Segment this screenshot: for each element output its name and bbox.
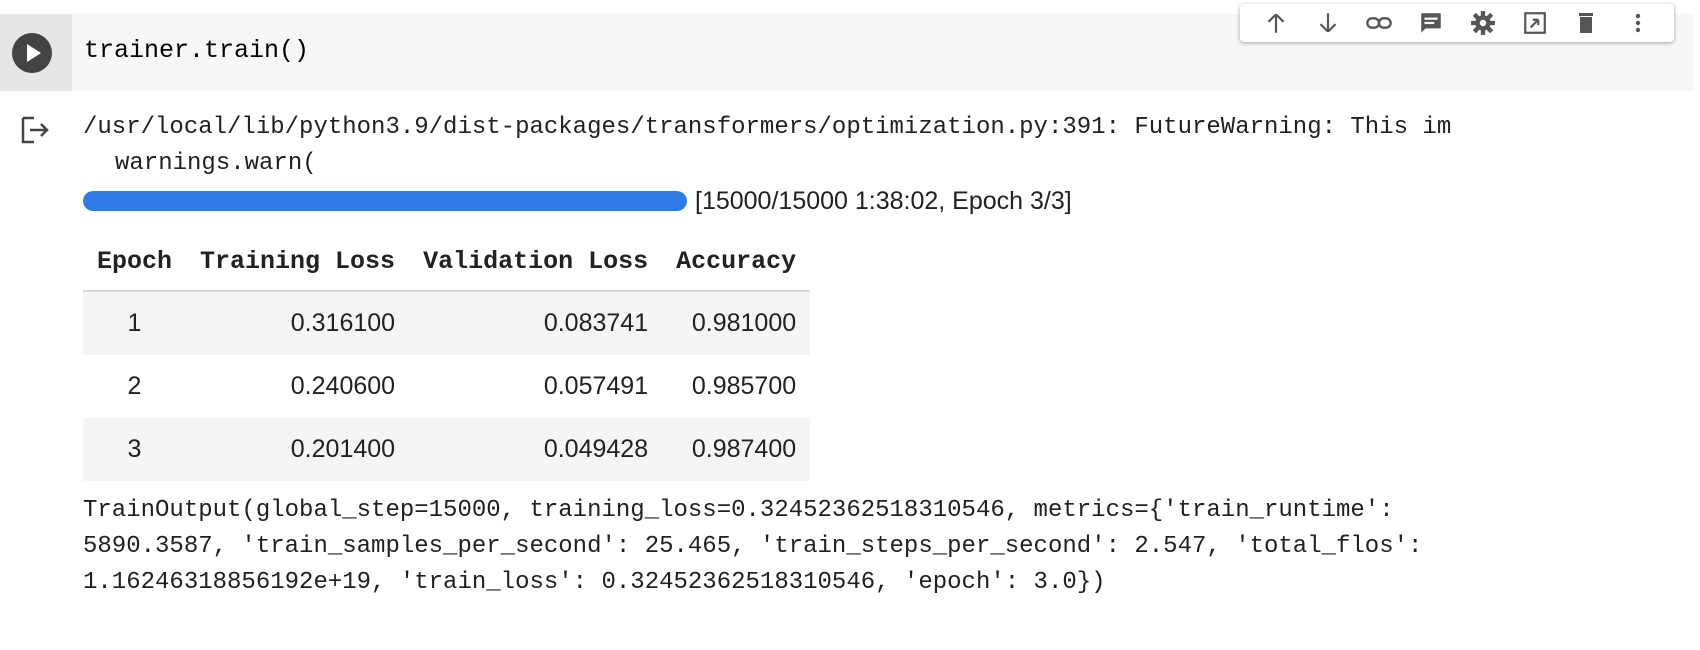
progress-fill (83, 191, 687, 211)
table-cell: 0.057491 (543, 372, 649, 400)
table-cell: 1 (83, 291, 187, 355)
table-cell: 0.985700 (691, 372, 797, 400)
table-cell: 0.240600 (290, 372, 396, 400)
move-cell-down-button[interactable] (1308, 4, 1348, 42)
table-cell: 0.981000 (662, 291, 811, 355)
warning-text: /usr/local/lib/python3.9/dist-packages/t… (83, 114, 1452, 141)
table-row: 1 0.316100 0.083741 0.981000 (83, 291, 811, 355)
run-cell-button[interactable] (12, 33, 52, 73)
copy-link-button[interactable] (1359, 4, 1399, 42)
progress-bar (83, 191, 687, 211)
table-cell: 3 (83, 418, 187, 481)
summary-line: 1.16246318856192e+19, 'train_loss': 0.32… (83, 569, 1106, 596)
mirror-cell-button[interactable] (1515, 4, 1555, 42)
cell-toolbar (1240, 4, 1674, 42)
training-progress: [15000/15000 1:38:02, Epoch 3/3] (83, 182, 1683, 220)
code-editor[interactable]: trainer.train() (84, 36, 309, 65)
add-comment-button[interactable] (1411, 4, 1451, 42)
train-output-text: TrainOutput(global_step=15000, training_… (83, 493, 1683, 601)
delete-cell-button[interactable] (1566, 4, 1606, 42)
table-header-row: Epoch Training Loss Validation Loss Accu… (83, 232, 811, 292)
comment-icon (1421, 13, 1441, 33)
link-icon (1366, 17, 1393, 29)
play-icon (27, 44, 41, 62)
column-header: Epoch (83, 232, 187, 292)
table-row: 2 0.240600 0.057491 0.985700 (83, 355, 810, 418)
more-vert-icon (1635, 13, 1641, 33)
warning-text: warnings.warn( (115, 150, 317, 177)
mirror-cell-icon (1523, 12, 1546, 34)
cell-output: /usr/local/lib/python3.9/dist-packages/t… (83, 110, 1683, 601)
table-cell: 2 (127, 372, 142, 400)
arrow-up-icon (1267, 13, 1285, 33)
metrics-table: Epoch Training Loss Validation Loss Accu… (83, 232, 811, 481)
table-cell: 0.201400 (186, 418, 410, 481)
output-icon[interactable] (20, 114, 52, 146)
progress-label: [15000/15000 1:38:02, Epoch 3/3] (695, 186, 1072, 215)
more-actions-button[interactable] (1618, 4, 1658, 42)
notebook-page: trainer.train() /usr/local/lib/python3.9… (0, 0, 1700, 650)
table-cell: 0.316100 (186, 291, 410, 355)
summary-line: 5890.3587, 'train_samples_per_second': 2… (83, 533, 1423, 560)
gear-icon (1470, 11, 1495, 35)
table-cell: 0.083741 (409, 291, 663, 355)
summary-line: TrainOutput(global_step=15000, training_… (83, 497, 1394, 524)
move-cell-up-button[interactable] (1256, 4, 1296, 42)
table-row: 3 0.201400 0.049428 0.987400 (83, 418, 811, 481)
table-cell: 0.049428 (409, 418, 663, 481)
arrow-down-icon (1319, 13, 1336, 33)
table-cell: 0.987400 (662, 418, 811, 481)
cell-settings-button[interactable] (1463, 4, 1503, 42)
code-cell[interactable]: trainer.train() (0, 4, 1694, 91)
cell-gutter (0, 14, 72, 91)
column-header: Accuracy (662, 232, 811, 292)
column-header: Training Loss (186, 232, 410, 292)
delete-icon (1579, 13, 1594, 33)
column-header: Validation Loss (409, 232, 663, 292)
